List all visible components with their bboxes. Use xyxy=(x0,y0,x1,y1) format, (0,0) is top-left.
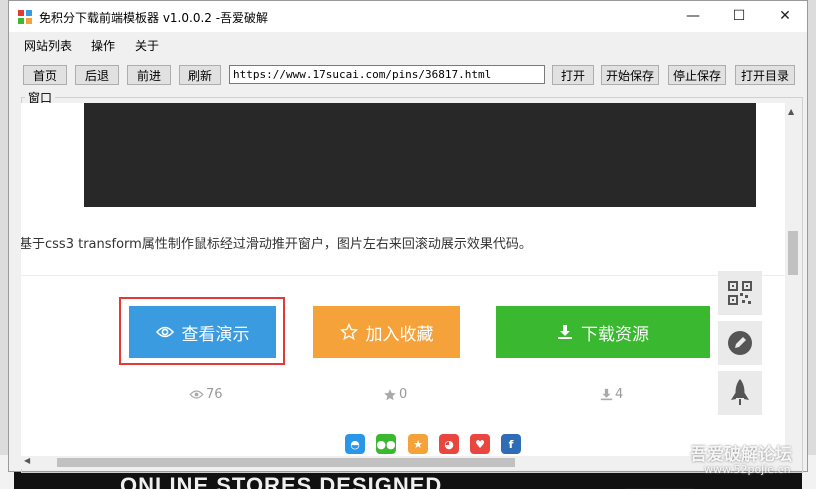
app-window: 免积分下载前端模板器 v1.0.0.2 -吾爱破解 — ☐ ✕ 网站列表 操作 … xyxy=(8,0,808,473)
qr-code-icon xyxy=(728,281,752,305)
watermark-text: 吾爱破解论坛 xyxy=(690,445,792,465)
vertical-scroll-thumb[interactable] xyxy=(788,231,798,275)
qzone-star-icon: ★ xyxy=(413,437,423,451)
heart-icon: ♥ xyxy=(475,437,485,451)
menu-site-list[interactable]: 网站列表 xyxy=(24,37,72,54)
eye-icon xyxy=(189,390,204,399)
favorite-count-value: 0 xyxy=(399,387,408,402)
app-icon xyxy=(18,10,32,24)
close-icon: ✕ xyxy=(779,8,791,24)
share-wechat-button[interactable]: ●● xyxy=(376,434,396,454)
wechat-icon: ●● xyxy=(376,437,396,451)
resource-description: 基于css3 transform属性制作鼠标经过滑动推开窗户，图片左右来回滚动展… xyxy=(21,237,532,252)
facebook-icon: f xyxy=(508,437,514,451)
back-to-top-tool[interactable] xyxy=(718,371,762,415)
start-save-button[interactable]: 开始保存 xyxy=(601,65,659,85)
add-favorite-button[interactable]: 加入收藏 xyxy=(313,306,460,358)
background-small-text: ▁▁▁▁▁▁▁▁▁▁ xyxy=(625,481,695,489)
browser-viewport[interactable]: 基于css3 transform属性制作鼠标经过滑动推开窗户，图片左右来回滚动展… xyxy=(21,103,785,456)
rocket-icon xyxy=(731,379,749,405)
share-weibo-button[interactable]: ◕ xyxy=(439,434,459,454)
forward-button[interactable]: 前进 xyxy=(127,65,171,85)
download-count: 4 xyxy=(600,387,623,402)
vertical-scrollbar[interactable]: ▲ xyxy=(785,103,801,456)
horizontal-scrollbar[interactable]: ◀ xyxy=(21,456,785,469)
view-count: 76 xyxy=(189,387,223,402)
scroll-up-arrow-icon[interactable]: ▲ xyxy=(788,107,794,116)
back-button[interactable]: 后退 xyxy=(75,65,119,85)
share-qzone-button[interactable]: ★ xyxy=(408,434,428,454)
watermark-url: www.52pojie.cn xyxy=(704,463,791,476)
menu-about[interactable]: 关于 xyxy=(135,37,159,54)
favorite-count: 0 xyxy=(383,387,407,402)
horizontal-scroll-thumb[interactable] xyxy=(57,458,515,467)
refresh-button[interactable]: 刷新 xyxy=(179,65,221,85)
download-icon xyxy=(558,325,572,339)
share-qq-button[interactable]: ◓ xyxy=(345,434,365,454)
stop-save-button[interactable]: 停止保存 xyxy=(668,65,726,85)
content-divider xyxy=(21,275,785,276)
demo-preview-image xyxy=(84,103,756,207)
close-button[interactable]: ✕ xyxy=(762,1,808,31)
minimize-icon: — xyxy=(686,8,700,24)
minimize-button[interactable]: — xyxy=(670,1,716,31)
home-button[interactable]: 首页 xyxy=(23,65,67,85)
view-count-value: 76 xyxy=(206,387,223,402)
menu-operation[interactable]: 操作 xyxy=(91,37,115,54)
share-pinterest-button[interactable]: ♥ xyxy=(470,434,490,454)
qr-code-tool[interactable] xyxy=(718,271,762,315)
background-headline: ONLINE STORES DESIGNED xyxy=(120,473,443,489)
url-input[interactable]: https://www.17sucai.com/pins/36817.html xyxy=(229,65,545,84)
weibo-icon: ◕ xyxy=(444,437,454,451)
maximize-button[interactable]: ☐ xyxy=(716,1,762,31)
view-demo-button[interactable]: 查看演示 xyxy=(129,306,276,358)
add-favorite-label: 加入收藏 xyxy=(365,324,434,345)
edit-tool[interactable] xyxy=(718,321,762,365)
download-icon xyxy=(600,388,613,401)
open-directory-button[interactable]: 打开目录 xyxy=(735,65,795,85)
scroll-left-arrow-icon[interactable]: ◀ xyxy=(24,456,30,465)
qq-icon: ◓ xyxy=(350,437,360,451)
download-resource-button[interactable]: 下载资源 xyxy=(496,306,710,358)
eye-icon xyxy=(155,326,174,338)
maximize-icon: ☐ xyxy=(732,8,746,24)
title-bar[interactable]: 免积分下载前端模板器 v1.0.0.2 -吾爱破解 — ☐ ✕ xyxy=(9,1,807,32)
menu-bar: 网站列表 操作 关于 xyxy=(9,32,807,56)
pencil-icon xyxy=(728,331,752,355)
star-icon xyxy=(339,323,358,341)
download-count-value: 4 xyxy=(615,387,624,402)
share-facebook-button[interactable]: f xyxy=(501,434,521,454)
window-title: 免积分下载前端模板器 v1.0.0.2 -吾爱破解 xyxy=(39,11,269,25)
download-resource-label: 下载资源 xyxy=(581,324,649,345)
open-button[interactable]: 打开 xyxy=(552,65,594,85)
view-demo-label: 查看演示 xyxy=(181,324,250,345)
star-icon xyxy=(384,388,396,400)
